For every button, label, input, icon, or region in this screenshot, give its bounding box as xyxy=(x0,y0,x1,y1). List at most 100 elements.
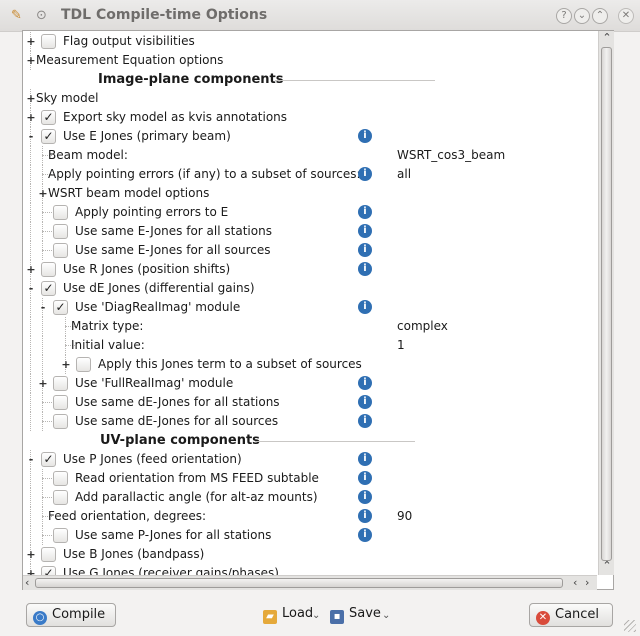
maximize-icon[interactable]: ⌃ xyxy=(592,8,608,24)
checkbox[interactable] xyxy=(53,490,68,505)
tree-row[interactable]: + Flag output visibilities xyxy=(23,32,597,51)
scroll-left-icon[interactable]: ‹ xyxy=(25,576,29,590)
circle-arrow-icon[interactable]: ⊙ xyxy=(36,9,47,23)
scroll-right-icon[interactable]: › xyxy=(585,576,589,590)
tree-row[interactable]: Initial value: 1 xyxy=(23,336,597,355)
checkbox[interactable] xyxy=(53,414,68,429)
scroll-down-icon[interactable]: ⌃ xyxy=(599,559,615,572)
minimize-icon[interactable]: ⌄ xyxy=(574,8,590,24)
checkbox[interactable] xyxy=(53,471,68,486)
tree-row[interactable]: Use same E-Jones for all sources i xyxy=(23,241,597,260)
tree-row[interactable]: Use same dE-Jones for all sources i xyxy=(23,412,597,431)
tree-row[interactable]: - ✓ Use P Jones (feed orientation) i xyxy=(23,450,597,469)
help-icon[interactable]: ? xyxy=(556,8,572,24)
checkbox[interactable]: ✓ xyxy=(41,452,56,467)
tree-row[interactable]: + WSRT beam model options xyxy=(23,184,597,203)
horizontal-scroll-thumb[interactable] xyxy=(35,578,563,588)
checkbox[interactable] xyxy=(53,395,68,410)
tree-row[interactable]: Use same P-Jones for all stations i xyxy=(23,526,597,545)
expand-icon[interactable]: + xyxy=(38,374,48,393)
tree-row[interactable]: Apply pointing errors (if any) to a subs… xyxy=(23,165,597,184)
tree-row[interactable]: - ✓ Use dE Jones (differential gains) xyxy=(23,279,597,298)
collapse-icon[interactable]: - xyxy=(26,279,36,298)
expand-icon[interactable]: + xyxy=(26,32,36,51)
expand-icon[interactable]: + xyxy=(26,108,36,127)
tree-row[interactable]: Use same E-Jones for all stations i xyxy=(23,222,597,241)
scroll-up-icon[interactable]: ⌃ xyxy=(599,31,615,44)
tree-row[interactable]: + Use 'FullRealImag' module i xyxy=(23,374,597,393)
tree-row[interactable]: Matrix type: complex xyxy=(23,317,597,336)
checkbox[interactable] xyxy=(53,205,68,220)
collapse-icon[interactable]: - xyxy=(38,298,48,317)
load-dropdown-icon[interactable]: ⌄ xyxy=(312,610,320,621)
checkbox[interactable]: ✓ xyxy=(53,300,68,315)
scroll-left-icon-2[interactable]: ‹ xyxy=(573,576,577,590)
checkbox[interactable]: ✓ xyxy=(41,281,56,296)
tree-row[interactable]: Apply pointing errors to E i xyxy=(23,203,597,222)
info-icon[interactable]: i xyxy=(358,129,372,143)
info-icon[interactable]: i xyxy=(358,376,372,390)
checkbox[interactable]: ✓ xyxy=(41,129,56,144)
save-button[interactable]: ▪ Save xyxy=(324,603,388,627)
info-icon[interactable]: i xyxy=(358,300,372,314)
checkbox[interactable] xyxy=(53,376,68,391)
tree-row[interactable]: + Measurement Equation options xyxy=(23,51,597,70)
tree-row[interactable]: Read orientation from MS FEED subtable i xyxy=(23,469,597,488)
option-value[interactable]: all xyxy=(397,165,411,184)
checkbox[interactable] xyxy=(41,34,56,49)
close-icon[interactable]: ✕ xyxy=(618,8,634,24)
expand-icon[interactable]: + xyxy=(26,89,36,108)
checkbox[interactable] xyxy=(53,224,68,239)
tree-row[interactable]: Add parallactic angle (for alt-az mounts… xyxy=(23,488,597,507)
info-icon[interactable]: i xyxy=(358,528,372,542)
info-icon[interactable]: i xyxy=(358,509,372,523)
expand-icon[interactable]: + xyxy=(61,355,71,374)
info-icon[interactable]: i xyxy=(358,205,372,219)
tree-row[interactable]: + Apply this Jones term to a subset of so… xyxy=(23,355,597,374)
cancel-button[interactable]: ✕ Cancel xyxy=(529,603,613,627)
tree-row[interactable]: + Sky model xyxy=(23,89,597,108)
wrench-icon[interactable]: ✎ xyxy=(11,9,22,23)
tree-row[interactable]: + ✓ Export sky model as kvis annotations xyxy=(23,108,597,127)
option-value[interactable]: 90 xyxy=(397,507,412,526)
expand-icon[interactable]: + xyxy=(26,51,36,70)
collapse-icon[interactable]: - xyxy=(26,450,36,469)
expand-icon[interactable]: + xyxy=(26,260,36,279)
expand-icon[interactable]: + xyxy=(26,564,36,575)
vertical-scrollbar[interactable]: ⌃ ⌃ xyxy=(598,31,614,575)
info-icon[interactable]: i xyxy=(358,414,372,428)
tree-row[interactable]: + ✓ Use G Jones (receiver gains/phases) xyxy=(23,564,597,575)
collapse-icon[interactable]: - xyxy=(26,127,36,146)
save-dropdown-icon[interactable]: ⌄ xyxy=(382,610,390,621)
info-icon[interactable]: i xyxy=(358,452,372,466)
tree-row[interactable]: + Use B Jones (bandpass) xyxy=(23,545,597,564)
expand-icon[interactable]: + xyxy=(38,184,48,203)
tree-row[interactable]: + Use R Jones (position shifts) i xyxy=(23,260,597,279)
checkbox[interactable]: ✓ xyxy=(41,110,56,125)
checkbox[interactable] xyxy=(53,243,68,258)
compile-button[interactable]: ○ Compile xyxy=(26,603,116,627)
checkbox[interactable] xyxy=(76,357,91,372)
checkbox[interactable] xyxy=(53,528,68,543)
checkbox[interactable]: ✓ xyxy=(41,566,56,575)
tree-row[interactable]: Beam model: WSRT_cos3_beam xyxy=(23,146,597,165)
tree-row[interactable]: - ✓ Use E Jones (primary beam) i xyxy=(23,127,597,146)
info-icon[interactable]: i xyxy=(358,471,372,485)
info-icon[interactable]: i xyxy=(358,224,372,238)
tree-row[interactable]: Feed orientation, degrees: i 90 xyxy=(23,507,597,526)
resize-grip-icon[interactable] xyxy=(624,620,636,632)
option-value[interactable]: complex xyxy=(397,317,448,336)
tree-row[interactable]: Use same dE-Jones for all stations i xyxy=(23,393,597,412)
horizontal-scrollbar[interactable]: ‹ ‹ › xyxy=(23,575,597,590)
info-icon[interactable]: i xyxy=(358,167,372,181)
info-icon[interactable]: i xyxy=(358,243,372,257)
vertical-scroll-thumb[interactable] xyxy=(601,47,612,561)
expand-icon[interactable]: + xyxy=(26,545,36,564)
info-icon[interactable]: i xyxy=(358,395,372,409)
checkbox[interactable] xyxy=(41,547,56,562)
info-icon[interactable]: i xyxy=(358,262,372,276)
info-icon[interactable]: i xyxy=(358,490,372,504)
tree-row[interactable]: - ✓ Use 'DiagRealImag' module i xyxy=(23,298,597,317)
checkbox[interactable] xyxy=(41,262,56,277)
option-value[interactable]: 1 xyxy=(397,336,405,355)
